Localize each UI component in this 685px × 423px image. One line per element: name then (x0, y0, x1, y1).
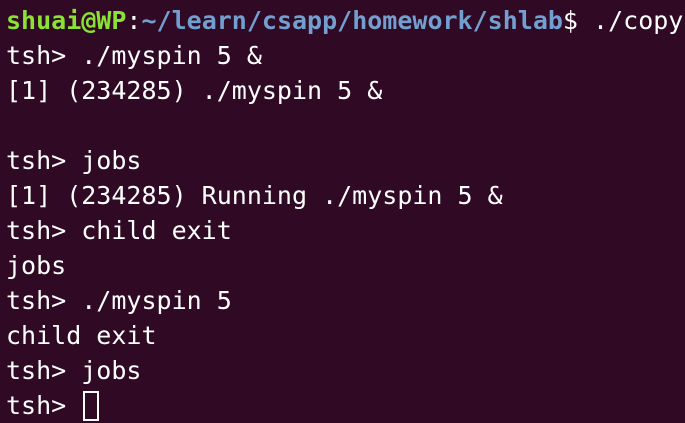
terminal-window[interactable]: shuai@WP:~/learn/csapp/homework/shlab$ .… (0, 0, 685, 423)
text-cursor[interactable] (83, 390, 100, 421)
shell-prompt-line: shuai@WP:~/learn/csapp/homework/shlab$ .… (6, 4, 683, 38)
prompt-path: ~/learn/csapp/homework/shlab (141, 6, 563, 35)
output-line: tsh> jobs (6, 146, 142, 175)
current-input-line[interactable]: tsh> (6, 389, 100, 423)
current-prompt: tsh> (6, 391, 82, 420)
output-line: [1] (234285) ./myspin 5 & (6, 76, 383, 105)
output-line: tsh> jobs (6, 356, 142, 385)
prompt-separator: : (126, 6, 142, 35)
output-line: [1] (234285) Running ./myspin 5 & (6, 181, 503, 210)
output-line: tsh> ./myspin 5 (6, 286, 232, 315)
output-line: tsh> ./myspin 5 & (6, 41, 262, 70)
output-line: tsh> child exit (6, 216, 232, 245)
output-line: jobs (6, 251, 67, 280)
prompt-symbol: $ (562, 6, 578, 35)
prompt-user-host: shuai@WP (6, 6, 127, 35)
output-line: child exit (6, 321, 157, 350)
prompt-command: ./copy (577, 6, 684, 35)
